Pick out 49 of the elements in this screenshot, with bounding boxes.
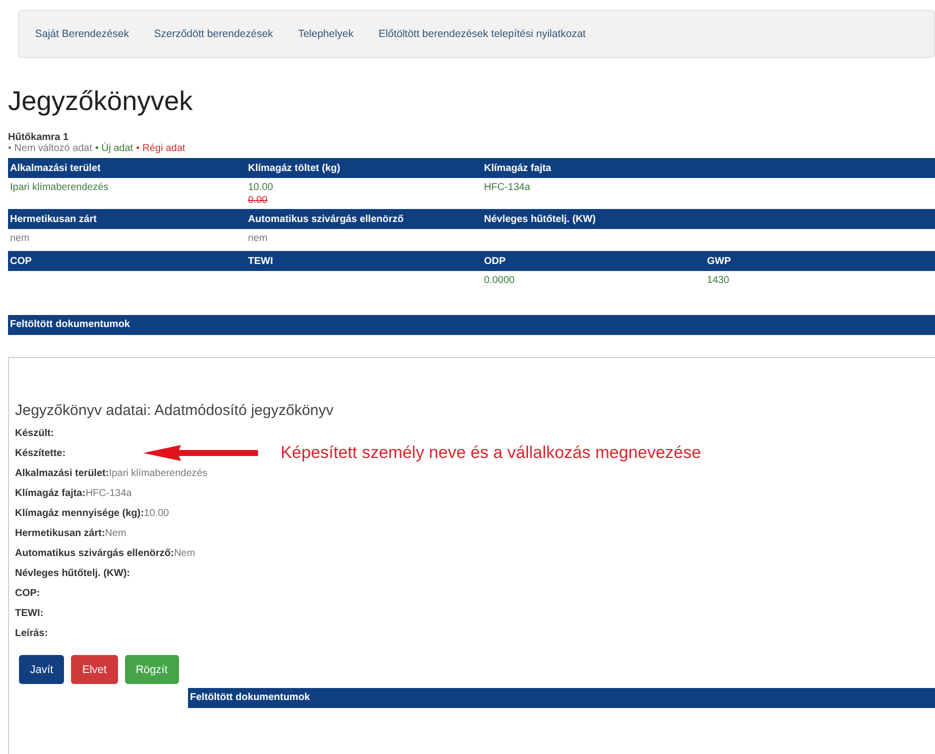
field-value: Nem <box>174 548 196 558</box>
protocol-title: Jegyzőkönyv adatai: Adatmódosító jegyzőkönyv <box>15 402 335 419</box>
action-button[interactable]: Elvet <box>71 655 118 684</box>
action-button[interactable]: Javít <box>19 655 64 684</box>
field-label: Alkalmazási terület: <box>15 468 109 478</box>
column-header: COP <box>9 256 33 266</box>
field-label: TEWI: <box>15 608 44 618</box>
column-header: Hermetikusan zárt <box>9 214 98 224</box>
old-value: 0.00 <box>248 195 268 206</box>
field-label: Automatikus szivárgás ellenörző: <box>15 548 174 558</box>
legend-item: • Nem változó adat <box>8 143 92 154</box>
new-value: Ipari klímaberendezés <box>10 182 110 193</box>
section-header: Feltöltött dokumentumok <box>188 688 935 708</box>
column-header: Klímagáz fajta <box>483 162 552 174</box>
field-label: Klímagáz fajta: <box>15 488 86 498</box>
column-header: Automatikus szivárgás ellenörző <box>247 214 405 224</box>
column-header: TEWI <box>247 256 274 266</box>
nav-link[interactable]: Előtöltött berendezések telepítési nyilatkozat <box>378 28 586 40</box>
field-label: Hermetikusan zárt: <box>15 528 106 538</box>
field-label: Leírás: <box>15 628 48 638</box>
new-value: 0.0000 <box>484 275 516 286</box>
device-name: Hűtőkamra 1 <box>8 132 70 143</box>
field-value: HFC-134a <box>86 488 132 498</box>
new-value: 1430 <box>707 275 730 286</box>
legend-item: • Régi adat <box>136 143 186 154</box>
column-header: Névleges hűtőtelj. (KW) <box>483 214 597 224</box>
nav-link[interactable]: Saját Berendezések <box>35 28 129 40</box>
legend-item: • Új adat <box>95 143 134 154</box>
field-label: Készült: <box>15 428 54 438</box>
column-header: Klímagáz töltet (kg) <box>247 162 342 174</box>
column-header: GWP <box>706 256 732 266</box>
new-value: 10.00 <box>248 182 274 193</box>
nav-link[interactable]: Szerződött berendezések <box>154 28 274 40</box>
field-label: Készítette: <box>15 448 66 458</box>
field-value: Nem <box>105 528 126 538</box>
new-value: HFC-134a <box>484 182 532 193</box>
nav-link[interactable]: Telephelyek <box>298 28 354 40</box>
page-title: Jegyzőkönyvek <box>8 85 194 118</box>
value-text: nem <box>10 233 30 244</box>
field-value: Ipari klímaberendezés <box>108 468 208 478</box>
field-label: COP: <box>15 588 40 598</box>
section-header: Feltöltött dokumentumok <box>8 315 935 335</box>
field-value: 10.00 <box>144 508 169 518</box>
annotation-text: Képesített személy neve és a vállalkozás megnevezése <box>280 443 702 463</box>
field-label: Névleges hűtőtelj. (KW): <box>15 568 130 578</box>
column-header: Alkalmazási terület <box>9 162 102 174</box>
field-label: Klímagáz mennyisége (kg): <box>15 508 144 518</box>
value-text: nem <box>248 233 268 244</box>
column-header: ODP <box>483 256 507 266</box>
